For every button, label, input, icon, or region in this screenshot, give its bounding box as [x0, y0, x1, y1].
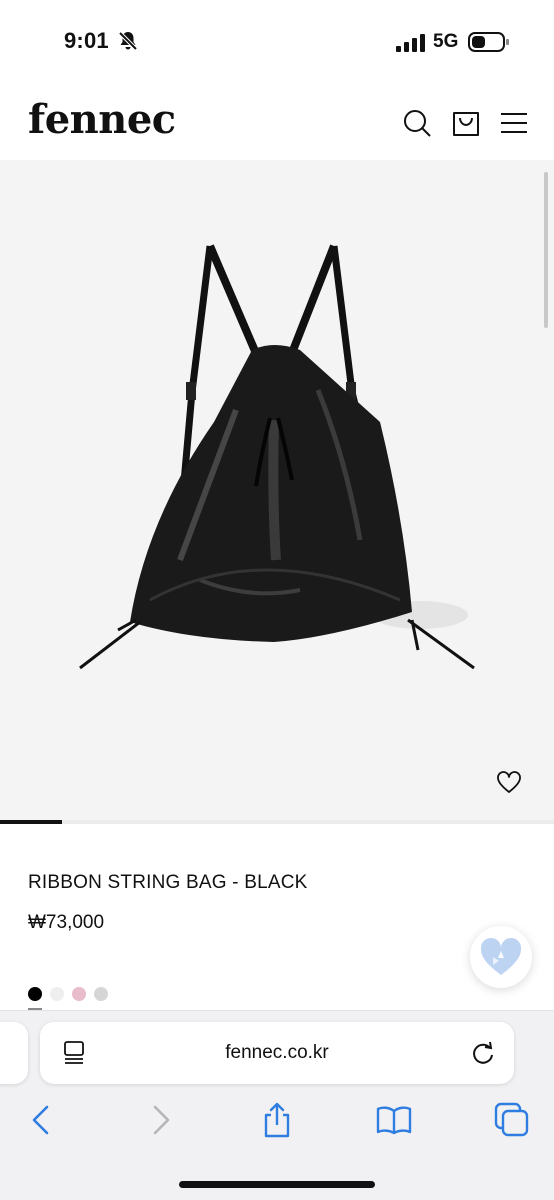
swatch-pink[interactable]: [72, 987, 86, 1001]
menu-icon[interactable]: [499, 108, 529, 138]
url-text: fennec.co.kr: [225, 1042, 329, 1063]
swatch-white[interactable]: [50, 987, 64, 1001]
share-icon[interactable]: [259, 1102, 295, 1138]
status-bar: 9:01 5G: [0, 0, 554, 84]
address-bar[interactable]: fennec.co.kr: [40, 1022, 514, 1084]
previous-tab-card[interactable]: [0, 1022, 28, 1084]
signal-icon: [396, 34, 425, 52]
site-header: fennec: [0, 84, 554, 160]
home-indicator: [179, 1181, 375, 1188]
heart-badge-icon: [480, 937, 522, 975]
bookmarks-icon[interactable]: [376, 1102, 412, 1138]
reload-icon[interactable]: [470, 1040, 496, 1066]
product-title: RIBBON STRING BAG - BLACK: [28, 872, 308, 893]
scroll-indicator[interactable]: [544, 172, 548, 328]
swatch-gray[interactable]: [94, 987, 108, 1001]
heart-outline-icon[interactable]: [496, 770, 522, 796]
carousel-track: [0, 820, 554, 824]
shopping-bag-icon[interactable]: [451, 108, 481, 138]
back-icon[interactable]: [24, 1102, 60, 1138]
color-swatches: [28, 987, 108, 1001]
site-logo[interactable]: fennec: [28, 96, 176, 143]
search-icon[interactable]: [402, 108, 432, 138]
forward-icon[interactable]: [142, 1102, 178, 1138]
carousel-progress: [0, 820, 62, 824]
product-price: ₩73,000: [28, 912, 105, 933]
product-image[interactable]: [0, 160, 554, 824]
network-label: 5G: [433, 31, 459, 52]
floating-heart-button[interactable]: [470, 926, 532, 988]
bell-slash-icon: [118, 31, 138, 51]
tabs-icon[interactable]: [494, 1102, 530, 1138]
battery-icon: [468, 32, 509, 52]
backpack-image: [79, 244, 475, 670]
status-time: 9:01: [64, 28, 109, 53]
swatch-black[interactable]: [28, 987, 42, 1001]
